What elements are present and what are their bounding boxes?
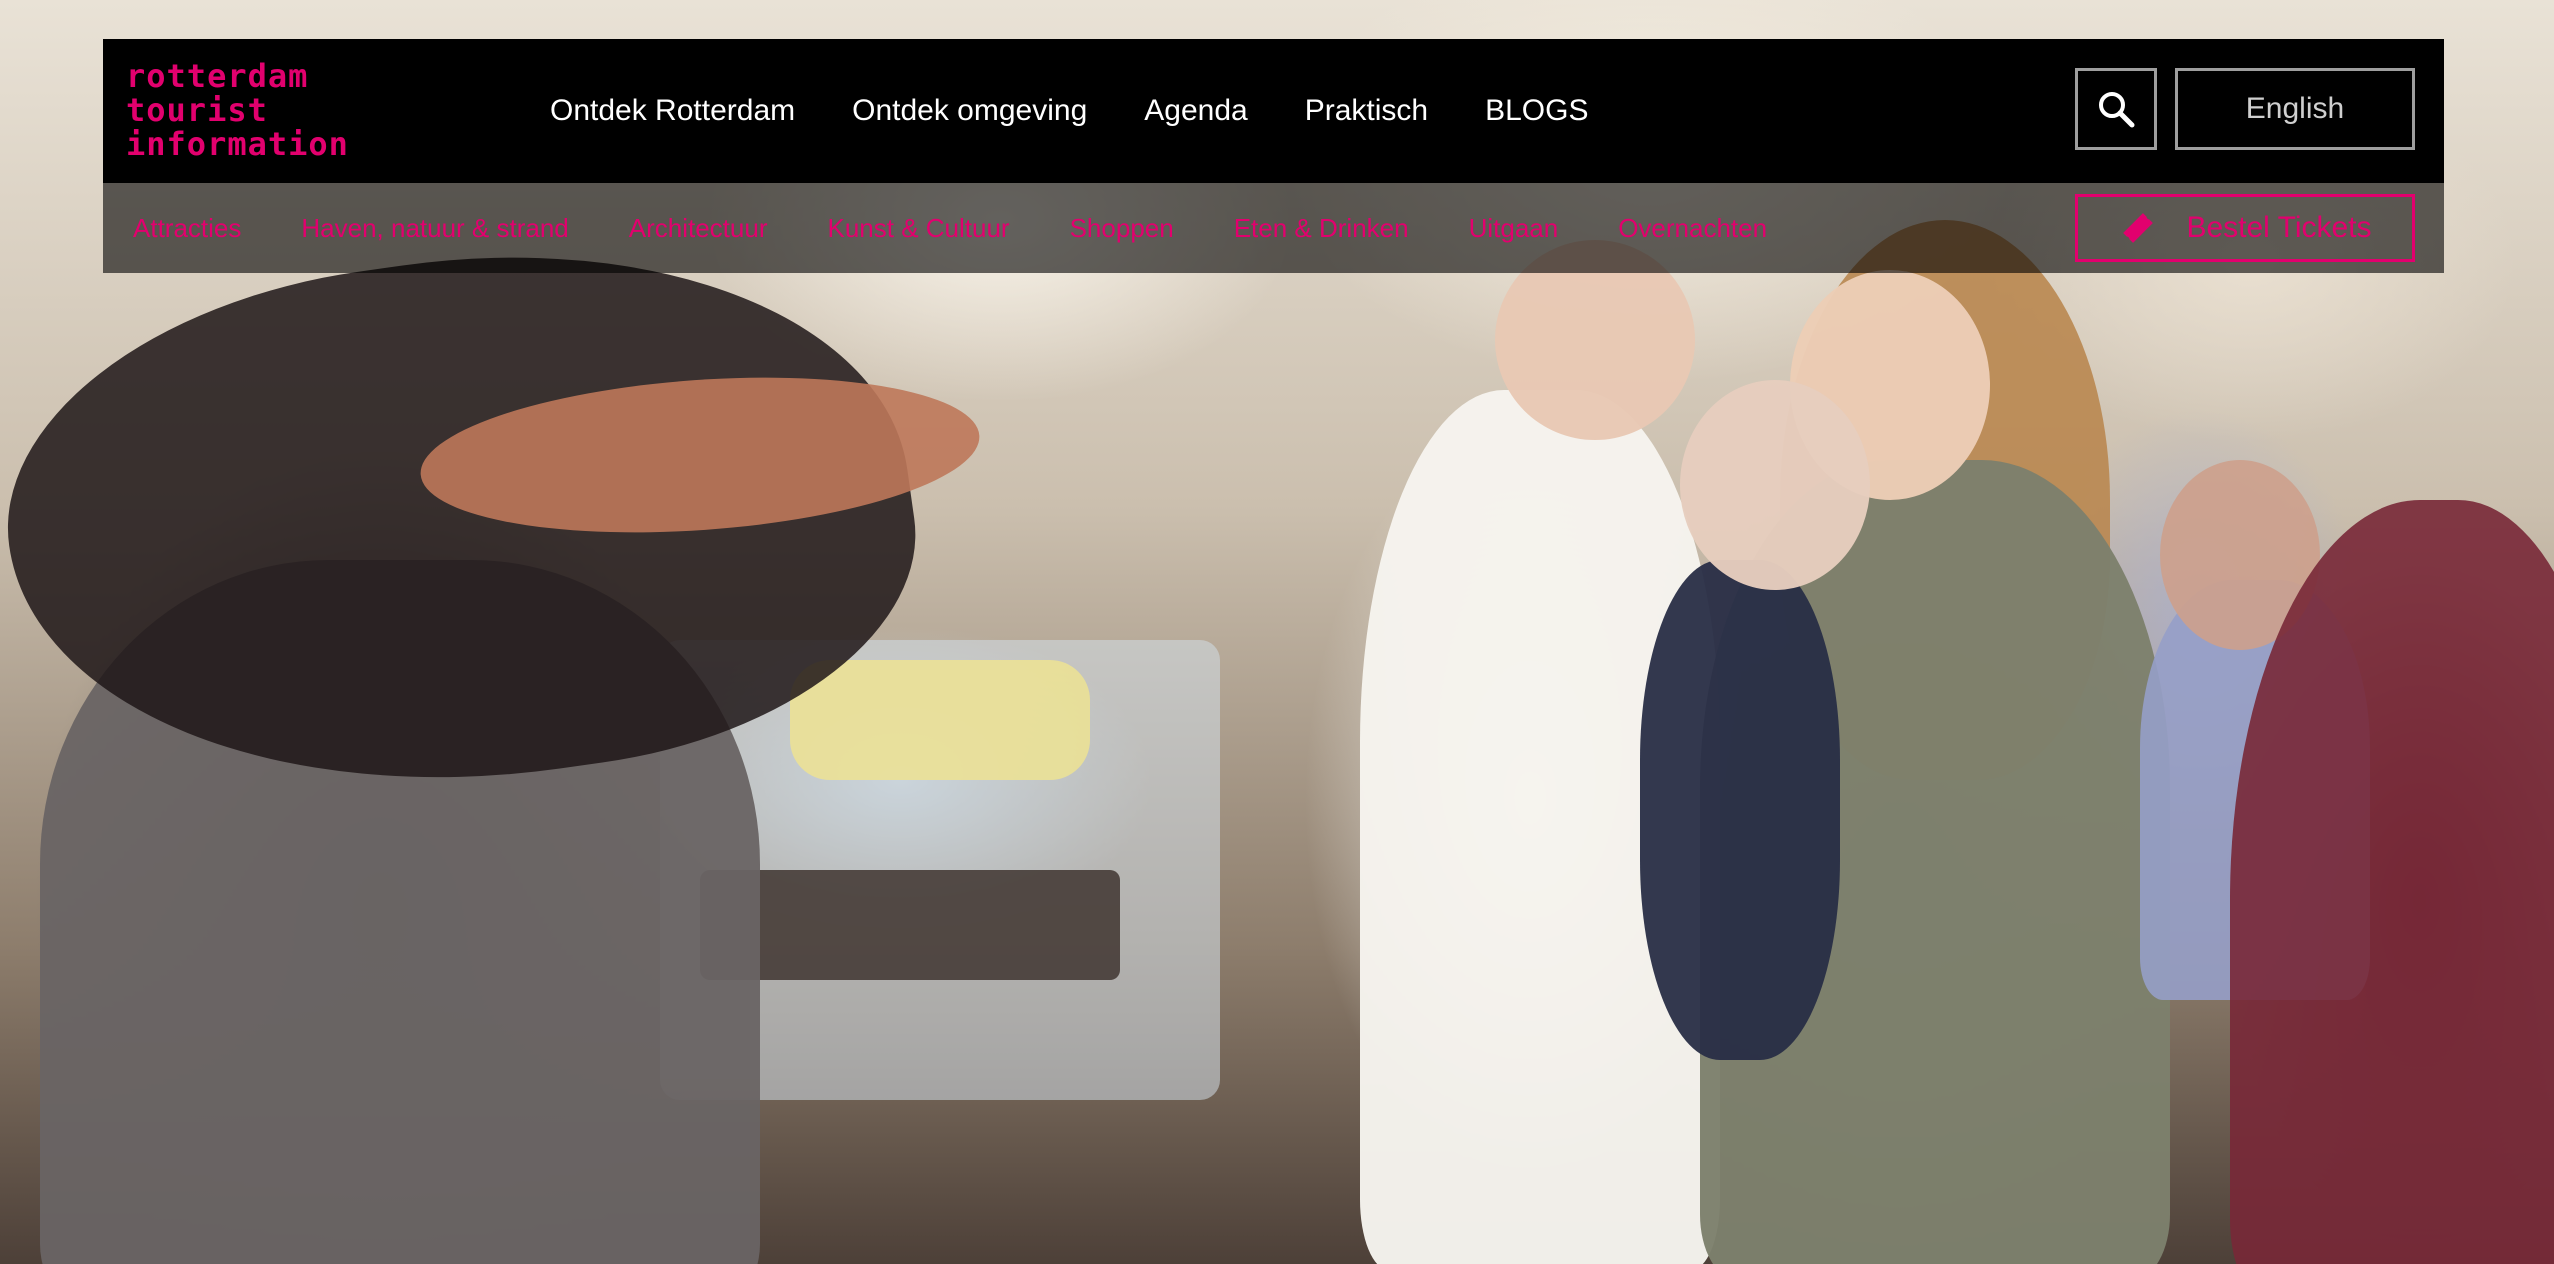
category-nav: Attracties Haven, natuur & strand Archit… (103, 183, 2444, 273)
category-attracties[interactable]: Attracties (133, 213, 241, 244)
site-header: rotterdam tourist information Ontdek Rot… (103, 39, 2444, 183)
ticket-icon (2123, 213, 2154, 243)
site-logo[interactable]: rotterdam tourist information (126, 59, 386, 167)
logo-line-2: tourist (126, 91, 268, 129)
nav-ontdek-omgeving[interactable]: Ontdek omgeving (852, 94, 1087, 128)
nav-ontdek-rotterdam[interactable]: Ontdek Rotterdam (550, 94, 795, 128)
category-uitgaan[interactable]: Uitgaan (1469, 213, 1559, 244)
cheese-display (790, 660, 1090, 780)
category-architectuur[interactable]: Architectuur (629, 213, 768, 244)
baby-body (1640, 560, 1840, 1060)
category-haven-natuur-strand[interactable]: Haven, natuur & strand (301, 213, 568, 244)
category-overnachten[interactable]: Overnachten (1618, 213, 1767, 244)
page: rotterdam tourist information Ontdek Rot… (0, 0, 2554, 1264)
baby-head (1680, 380, 1870, 590)
main-nav: Ontdek Rotterdam Ontdek omgeving Agenda … (550, 39, 1645, 183)
order-tickets-label: Bestel Tickets (2186, 211, 2372, 244)
category-shoppen[interactable]: Shoppen (1070, 213, 1174, 244)
nav-blogs[interactable]: BLOGS (1485, 94, 1588, 128)
category-eten-drinken[interactable]: Eten & Drinken (1234, 213, 1409, 244)
category-kunst-cultuur[interactable]: Kunst & Cultuur (828, 213, 1010, 244)
cake-display (700, 870, 1120, 980)
logo-line-1: rotterdam (126, 57, 309, 95)
search-icon (2099, 92, 2135, 128)
logo-line-3: information (126, 125, 349, 163)
nav-praktisch[interactable]: Praktisch (1305, 94, 1428, 128)
language-button[interactable]: English (2175, 68, 2415, 150)
category-list: Attracties Haven, natuur & strand Archit… (133, 183, 1827, 273)
nav-agenda[interactable]: Agenda (1144, 94, 1247, 128)
order-tickets-button[interactable]: Bestel Tickets (2075, 194, 2415, 262)
search-button[interactable] (2075, 68, 2157, 150)
